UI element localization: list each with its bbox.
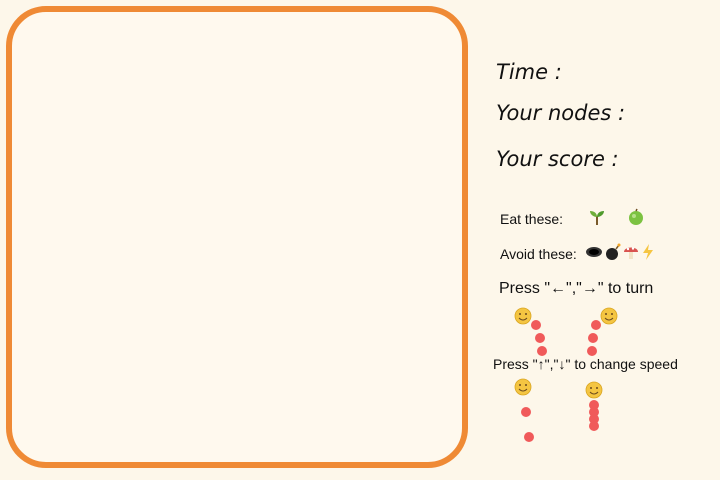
snake-body-segment — [589, 414, 599, 424]
hole-icon — [585, 245, 603, 262]
snake-body-segment — [591, 320, 601, 330]
lightning-icon — [641, 243, 655, 264]
eat-legend: Eat these: — [500, 208, 647, 229]
fast-speed-demo-snake — [585, 381, 603, 431]
game-screen: Time : Your nodes : Your score : Eat the… — [0, 0, 720, 480]
time-label: Time : — [496, 60, 562, 84]
score-label: Your score : — [496, 147, 619, 171]
avoid-icons — [585, 243, 657, 264]
slow-speed-demo-snake — [514, 378, 534, 442]
mushroom-icon — [623, 243, 639, 264]
avoid-legend: Avoid these: — [500, 243, 657, 264]
sprout-icon — [587, 208, 607, 229]
snake-body-segment — [535, 333, 545, 343]
snake-body-segment — [589, 421, 599, 431]
green-apple-icon — [627, 208, 645, 229]
avoid-label: Avoid these: — [500, 245, 577, 262]
eat-icons — [571, 208, 647, 229]
snake-body-segment — [589, 407, 599, 417]
snake-body-segment — [521, 407, 531, 417]
turn-right-demo-snake — [587, 307, 618, 356]
snake-body-segment — [531, 320, 541, 330]
snake-body-segment — [589, 400, 599, 410]
turn-instruction: Press "←","→" to turn — [499, 280, 654, 297]
speed-instruction: Press "↑","↓" to change speed — [493, 356, 678, 372]
snake-head-icon — [600, 307, 618, 325]
snake-head-icon — [514, 378, 532, 396]
snake-body-segment — [537, 346, 547, 356]
info-panel: Time : Your nodes : Your score : Eat the… — [492, 0, 720, 480]
bomb-icon — [605, 243, 621, 264]
snake-body-segment — [587, 346, 597, 356]
game-board[interactable] — [6, 6, 468, 468]
snake-head-icon — [585, 381, 603, 399]
eat-label: Eat these: — [500, 210, 564, 227]
snake-head-icon — [514, 307, 532, 325]
snake-body-segment — [524, 432, 534, 442]
nodes-label: Your nodes : — [496, 101, 626, 125]
turn-left-demo-snake — [514, 307, 547, 356]
snake-body-segment — [588, 333, 598, 343]
